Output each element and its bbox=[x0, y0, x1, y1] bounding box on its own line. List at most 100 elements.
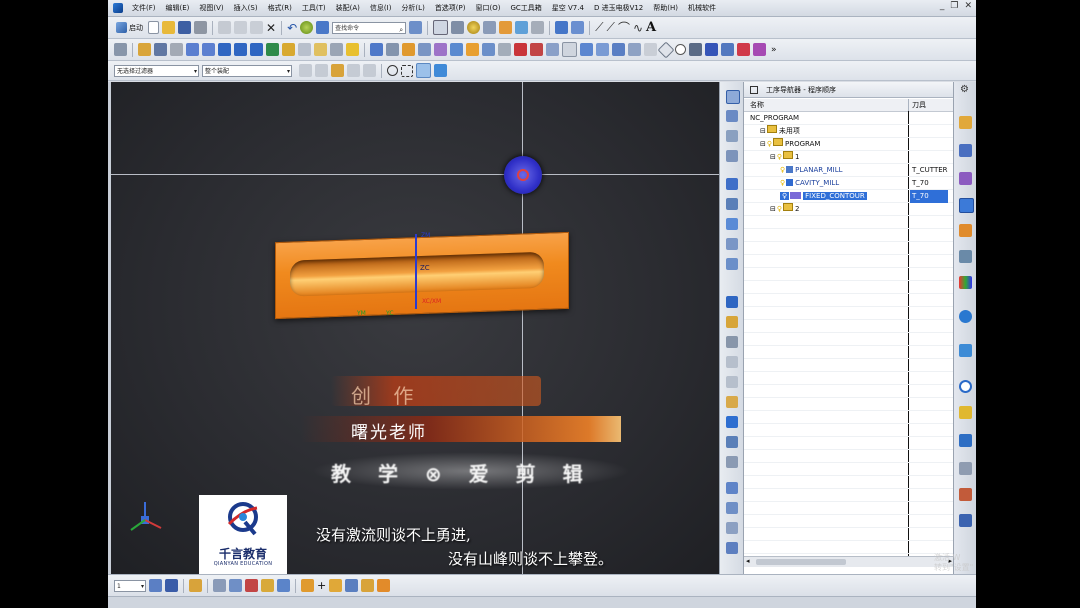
menu-window[interactable]: 窗口(O) bbox=[471, 3, 506, 13]
create-geometry-side-icon[interactable] bbox=[726, 218, 738, 230]
workpiece-block[interactable] bbox=[275, 231, 569, 320]
close-button[interactable]: ✕ bbox=[964, 1, 972, 11]
curve-icon[interactable]: ⌒ bbox=[618, 19, 630, 36]
menu-preferences[interactable]: 首选项(P) bbox=[430, 3, 471, 13]
assembly-scope-dropdown[interactable]: 整个装配 ▾ bbox=[202, 64, 292, 77]
navigator-row[interactable]: ⊟♀ 1 bbox=[744, 151, 954, 164]
navigator-horizontal-scrollbar[interactable]: ◂ ▸ bbox=[744, 556, 954, 567]
sketch-icon[interactable] bbox=[370, 43, 383, 56]
cut-area-icon[interactable] bbox=[218, 43, 231, 56]
generate-path-icon[interactable] bbox=[234, 43, 247, 56]
assembly-navigator-icon[interactable] bbox=[959, 116, 972, 129]
edge-blend-icon[interactable] bbox=[580, 43, 593, 56]
select-all-icon[interactable] bbox=[299, 64, 312, 77]
transform-icon[interactable] bbox=[571, 21, 585, 34]
pocket-icon[interactable] bbox=[466, 43, 479, 56]
create-operation-icon[interactable] bbox=[138, 43, 151, 56]
mcs-origin-marker-icon[interactable] bbox=[504, 156, 542, 194]
deselect-icon[interactable] bbox=[315, 64, 328, 77]
groove-icon[interactable] bbox=[514, 43, 527, 56]
palette-icon[interactable] bbox=[959, 276, 972, 289]
menu-information[interactable]: 信息(I) bbox=[365, 3, 397, 13]
menu-electrode[interactable]: D 进玉电极V12 bbox=[589, 3, 648, 13]
layer-selector-dropdown[interactable]: 1 ▾ bbox=[114, 579, 146, 592]
menu-tools[interactable]: 工具(T) bbox=[297, 3, 331, 13]
new-file-icon[interactable] bbox=[148, 21, 159, 34]
pattern-icon[interactable] bbox=[721, 43, 734, 56]
feed-speed-icon[interactable] bbox=[346, 43, 359, 56]
measure-icon[interactable] bbox=[213, 579, 226, 592]
minimize-button[interactable]: _ bbox=[940, 1, 945, 11]
navigator-row[interactable]: ⊟♀ PROGRAM bbox=[744, 138, 954, 151]
navigator-row[interactable]: ⊟♀ 2 bbox=[744, 203, 954, 216]
create-program-icon[interactable] bbox=[114, 43, 127, 56]
knowledge-icon[interactable] bbox=[959, 434, 972, 447]
scrollbar-thumb[interactable] bbox=[756, 559, 846, 565]
text-icon[interactable]: A bbox=[646, 20, 656, 35]
constraint-navigator-icon[interactable] bbox=[959, 144, 972, 157]
hole-icon[interactable] bbox=[434, 43, 447, 56]
cube-shaded-icon[interactable] bbox=[165, 579, 178, 592]
clock-icon[interactable] bbox=[959, 380, 972, 393]
arrow-right-icon[interactable] bbox=[202, 43, 215, 56]
feature-icon[interactable] bbox=[329, 579, 343, 592]
copy-icon[interactable] bbox=[234, 21, 247, 34]
menu-machinery[interactable]: 机械软件 bbox=[683, 3, 721, 13]
intersection-snap-icon[interactable] bbox=[347, 64, 360, 77]
hexagon-icon[interactable] bbox=[657, 41, 675, 58]
pad-icon[interactable] bbox=[482, 43, 495, 56]
info-side-icon[interactable] bbox=[726, 542, 738, 554]
chamfer-icon[interactable] bbox=[596, 43, 609, 56]
menu-format[interactable]: 格式(R) bbox=[263, 3, 297, 13]
menu-view[interactable]: 视图(V) bbox=[194, 3, 228, 13]
i-beam-icon[interactable] bbox=[689, 43, 702, 56]
scale-icon[interactable] bbox=[737, 43, 750, 56]
verify-check-icon[interactable] bbox=[726, 416, 738, 428]
simulate-side-icon[interactable] bbox=[726, 436, 738, 448]
verify-side-icon[interactable] bbox=[726, 316, 738, 328]
manufacturing-wizard-icon[interactable] bbox=[959, 488, 972, 501]
output-side-icon[interactable] bbox=[726, 502, 738, 514]
cut-icon[interactable] bbox=[218, 21, 231, 34]
sort-lower-side-icon[interactable] bbox=[726, 376, 738, 388]
copy-feature-icon[interactable] bbox=[361, 579, 375, 592]
navigator-row[interactable]: ⊟♀未用项 bbox=[744, 125, 954, 138]
navigator-row[interactable]: NC_PROGRAM bbox=[744, 112, 954, 125]
roles-icon[interactable] bbox=[959, 462, 972, 475]
toolbar-overflow-icon[interactable]: » bbox=[771, 45, 777, 55]
cube-view-icon[interactable] bbox=[149, 579, 162, 592]
spline-icon[interactable]: ∿ bbox=[633, 21, 643, 35]
expand-toggle-icon[interactable]: ⊟ bbox=[760, 127, 766, 135]
menu-xingkong[interactable]: 星空 V7.4 bbox=[547, 3, 589, 13]
simulate-icon[interactable] bbox=[282, 43, 295, 56]
view-cube-icon[interactable] bbox=[416, 63, 431, 78]
output-cls-icon[interactable] bbox=[330, 43, 343, 56]
paste-icon[interactable] bbox=[250, 21, 263, 34]
operation-navigator-tab-icon[interactable] bbox=[959, 198, 974, 213]
gear-icon[interactable]: ⚙ bbox=[960, 84, 969, 95]
machine-navigator-icon[interactable] bbox=[959, 224, 972, 237]
align-icon[interactable] bbox=[229, 579, 242, 592]
intersect-icon[interactable] bbox=[562, 42, 577, 57]
line-icon[interactable]: ⟋ bbox=[595, 20, 603, 35]
monitor-icon[interactable] bbox=[959, 514, 972, 527]
delete-icon[interactable]: ✕ bbox=[266, 21, 276, 35]
snap-point-icon[interactable] bbox=[331, 64, 344, 77]
post-side-icon[interactable] bbox=[726, 456, 738, 468]
shell-icon[interactable] bbox=[612, 43, 625, 56]
extrude-icon[interactable] bbox=[402, 43, 415, 56]
navigator-row[interactable]: ♀ FIXED_CONTOUR T_70 bbox=[744, 190, 954, 203]
draft-icon[interactable] bbox=[628, 43, 641, 56]
create-method-side-icon[interactable] bbox=[726, 238, 738, 250]
post-process-icon[interactable] bbox=[298, 43, 311, 56]
column-header-tool[interactable]: 刀具 bbox=[912, 100, 926, 110]
repeat-command-icon[interactable] bbox=[300, 21, 314, 34]
revolve-icon[interactable] bbox=[418, 43, 431, 56]
shaded-view-icon[interactable] bbox=[451, 21, 465, 34]
web-browser-icon[interactable] bbox=[959, 310, 972, 323]
rectangle-select-icon[interactable] bbox=[401, 64, 413, 77]
layer-icon[interactable] bbox=[515, 21, 529, 34]
solid-cube-icon[interactable] bbox=[434, 64, 447, 77]
restore-button[interactable]: ❐ bbox=[950, 1, 958, 11]
column-header-name[interactable]: 名称 bbox=[750, 100, 764, 110]
